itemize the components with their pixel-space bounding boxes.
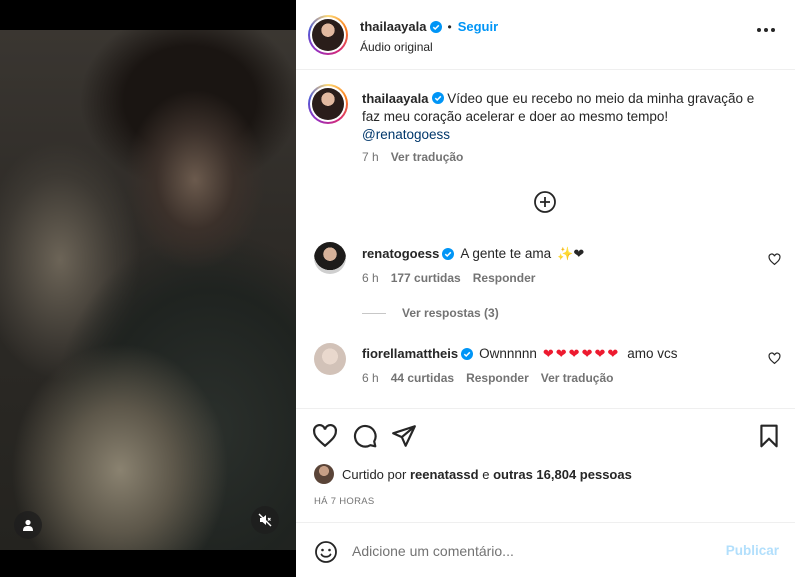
add-comment-bar: Publicar xyxy=(296,522,795,577)
author-username[interactable]: thailaayala xyxy=(360,19,427,34)
caption-username[interactable]: thailaayala xyxy=(362,91,429,106)
comment-time[interactable]: 6 h xyxy=(362,271,379,285)
caption-mention[interactable]: @renatogoess xyxy=(362,127,450,142)
like-comment-heart-icon[interactable] xyxy=(768,352,781,365)
caption-avatar[interactable] xyxy=(308,84,348,124)
comment-hearts: ❤❤❤❤❤❤ xyxy=(542,346,621,361)
emoji-icon[interactable] xyxy=(314,540,338,564)
caption-meta: 7 h Ver tradução xyxy=(362,150,463,164)
comment-likes[interactable]: 177 curtidas xyxy=(391,271,461,285)
replies-divider xyxy=(362,312,386,314)
separator-dot: • xyxy=(447,19,452,34)
verified-badge-icon xyxy=(429,20,442,33)
comment-bubble-icon[interactable] xyxy=(352,423,378,449)
follow-button[interactable]: Seguir xyxy=(458,19,498,34)
speaker-muted-icon xyxy=(258,513,272,527)
comment-time[interactable]: 6 h xyxy=(362,371,379,385)
author-avatar[interactable] xyxy=(308,15,348,55)
action-bar xyxy=(296,408,795,466)
mute-button[interactable] xyxy=(251,506,279,534)
view-replies-label: Ver respostas (3) xyxy=(402,306,499,320)
load-more-comments-icon[interactable] xyxy=(533,190,557,214)
comment-input[interactable] xyxy=(352,539,712,563)
view-replies-button[interactable]: Ver respostas (3) xyxy=(362,306,499,320)
more-options-icon[interactable] xyxy=(757,28,775,32)
like-comment-heart-icon[interactable] xyxy=(768,253,781,266)
likes-others-link[interactable]: outras 16,804 pessoas xyxy=(493,467,632,482)
tagged-users-button[interactable] xyxy=(14,511,42,539)
post-header: thailaayala • Seguir Áudio original xyxy=(296,0,795,70)
liker-username[interactable]: reenatassd xyxy=(410,467,479,482)
post-dialog: thailaayala • Seguir Áudio original thai… xyxy=(0,0,795,577)
comment-username[interactable]: fiorellamattheis xyxy=(362,346,458,361)
post-timestamp[interactable]: HÁ 7 HORAS xyxy=(314,496,375,507)
like-heart-icon[interactable] xyxy=(312,423,338,449)
caption-time[interactable]: 7 h xyxy=(362,150,379,164)
side-pane: thailaayala • Seguir Áudio original thai… xyxy=(296,0,795,577)
verified-badge-icon xyxy=(431,92,444,104)
audio-link[interactable]: Áudio original xyxy=(360,40,433,54)
likes-prefix: Curtido por xyxy=(342,466,407,482)
comment-avatar[interactable] xyxy=(314,343,346,375)
publish-button[interactable]: Publicar xyxy=(726,543,779,558)
likes-summary: Curtido por reenatassd e outras 16,804 p… xyxy=(314,464,632,484)
post-video[interactable] xyxy=(0,30,296,550)
comment-reply-button[interactable]: Responder xyxy=(473,271,536,285)
comment-reply-button[interactable]: Responder xyxy=(466,371,529,385)
comment-likes[interactable]: 44 curtidas xyxy=(391,371,454,385)
save-bookmark-icon[interactable] xyxy=(756,423,782,449)
comment-translate-link[interactable]: Ver tradução xyxy=(541,371,614,385)
caption-translate-link[interactable]: Ver tradução xyxy=(391,150,464,164)
comment-text: Ownnnnn xyxy=(479,346,537,361)
verified-badge-icon xyxy=(442,247,455,260)
share-paper-plane-icon[interactable] xyxy=(391,423,417,449)
user-icon xyxy=(23,519,33,531)
comment-username[interactable]: renatogoess xyxy=(362,246,439,261)
liker-avatar[interactable] xyxy=(314,464,334,484)
media-pane xyxy=(0,0,296,577)
comment-emojis: ✨❤ xyxy=(557,246,585,261)
comment-suffix: amo vcs xyxy=(627,346,678,361)
likes-middle: e xyxy=(482,466,490,482)
verified-badge-icon xyxy=(461,347,474,360)
comment-text: A gente te ama xyxy=(460,246,552,261)
comment-avatar[interactable] xyxy=(314,242,346,274)
caption-text-block: thailaayala Vídeo que eu recebo no meio … xyxy=(362,90,772,144)
